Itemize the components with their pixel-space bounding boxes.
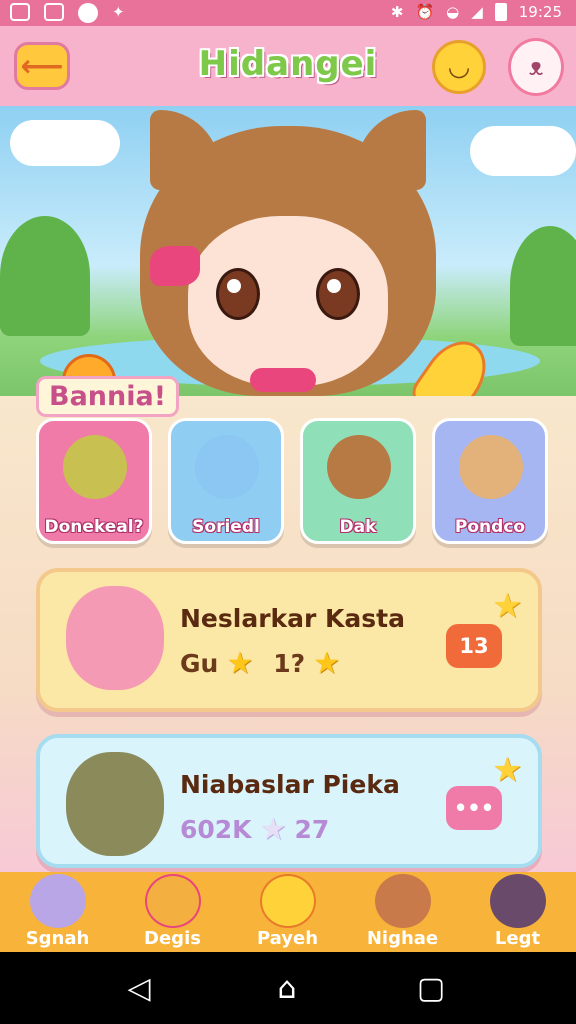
tile-label: Dak (339, 517, 377, 537)
card-name: Niabaslar Pieka (180, 770, 400, 799)
cloud (10, 120, 120, 166)
status-icons-right: ✱ ⏰ ◒ ◢ 19:25 (391, 3, 562, 21)
message-badge[interactable]: ••• (446, 786, 502, 830)
avatar (66, 586, 164, 690)
system-nav-bar: ◁ ⌂ ▢ (0, 952, 576, 1024)
bottom-nav: Sgnah Degis Payeh Nighae Legt (0, 872, 576, 952)
character-tile[interactable]: Donekeal? (36, 418, 152, 544)
ribbon-icon (250, 368, 316, 392)
meta-left: Gu (180, 649, 219, 678)
character-face (188, 216, 388, 386)
app-icon (44, 3, 64, 21)
home-nav-icon[interactable]: ⌂ (270, 972, 304, 1006)
image-icon (10, 3, 30, 21)
nav-item[interactable]: Payeh (230, 872, 345, 952)
app-title: Hidangei (198, 44, 378, 84)
back-arrow-icon: ⟵ (20, 48, 64, 84)
character-card[interactable]: Neslarkar Kasta Gu ★ 1? ★ 13 ★ (36, 568, 542, 712)
tile-label: Pondco (454, 517, 526, 537)
character-tile[interactable]: Soriedl (168, 418, 284, 544)
eye (316, 268, 360, 320)
cloud (470, 126, 576, 176)
signal-icon: ◢ (471, 3, 483, 21)
avatar (195, 435, 259, 499)
nav-item[interactable]: Nighae (345, 872, 460, 952)
avatar (145, 874, 201, 928)
card-name: Neslarkar Kasta (180, 604, 405, 633)
tile-label: Soriedl (192, 517, 260, 537)
section-label: Bannia! (36, 376, 180, 417)
sparkle-icon: ✦ (112, 3, 125, 21)
avatar (459, 435, 523, 499)
avatar (63, 435, 127, 499)
avatar (327, 435, 391, 499)
count-badge[interactable]: 13 (446, 624, 502, 668)
star-icon: ★ (226, 646, 254, 681)
smiley-icon[interactable]: ◡ (432, 40, 486, 94)
recents-nav-icon[interactable]: ▢ (414, 972, 448, 1006)
character-card[interactable]: Niabaslar Pieka 602K ★ 27 ••• ★ (36, 734, 542, 868)
tile-label: Donekeal? (44, 517, 144, 537)
meta-right: 27 (294, 815, 330, 844)
bluetooth-icon: ✱ (390, 3, 404, 21)
nav-item[interactable]: Sgnah (0, 872, 115, 952)
star-icon: ★ (492, 750, 523, 790)
alarm-icon: ⏰ (415, 3, 435, 21)
character-tile[interactable]: Pondco (432, 418, 548, 544)
nav-label: Legt (494, 928, 541, 949)
nav-label: Nighae (366, 928, 439, 949)
avatar (66, 752, 164, 856)
meta-left: 602K (180, 815, 252, 844)
back-nav-icon[interactable]: ◁ (122, 972, 156, 1006)
tree (510, 226, 576, 346)
nav-label: Degis (144, 928, 201, 949)
nav-item[interactable]: Degis (115, 872, 230, 952)
avatar (260, 874, 316, 928)
hero-banner (0, 106, 576, 396)
star-icon: ★ (492, 586, 523, 626)
avatar (490, 874, 546, 928)
nav-label: Sgnah (25, 928, 90, 949)
card-meta: 602K ★ 27 (180, 812, 329, 847)
clock: 19:25 (518, 3, 562, 21)
eye (216, 268, 260, 320)
nav-item[interactable]: Legt (460, 872, 575, 952)
wifi-icon: ◒ (446, 3, 460, 21)
star-icon: ★ (313, 646, 341, 681)
status-icons-left: ✦ (10, 3, 125, 23)
avatar (30, 874, 86, 928)
bow-icon (150, 246, 200, 286)
back-button[interactable]: ⟵ (14, 42, 70, 90)
tree (0, 216, 90, 336)
meta-right: 1? (273, 649, 306, 678)
star-icon: ★ (259, 812, 287, 847)
battery-icon (494, 3, 507, 21)
avatar (375, 874, 431, 928)
card-meta: Gu ★ 1? ★ (180, 646, 340, 681)
app-header: ⟵ Hidangei ◡ ᴥ (0, 26, 576, 106)
nav-label: Payeh (256, 928, 319, 949)
character-tile[interactable]: Dak (300, 418, 416, 544)
bunny-face-icon[interactable]: ᴥ (508, 38, 564, 96)
record-icon (78, 3, 98, 23)
status-bar: ✦ ✱ ⏰ ◒ ◢ 19:25 (0, 0, 576, 26)
